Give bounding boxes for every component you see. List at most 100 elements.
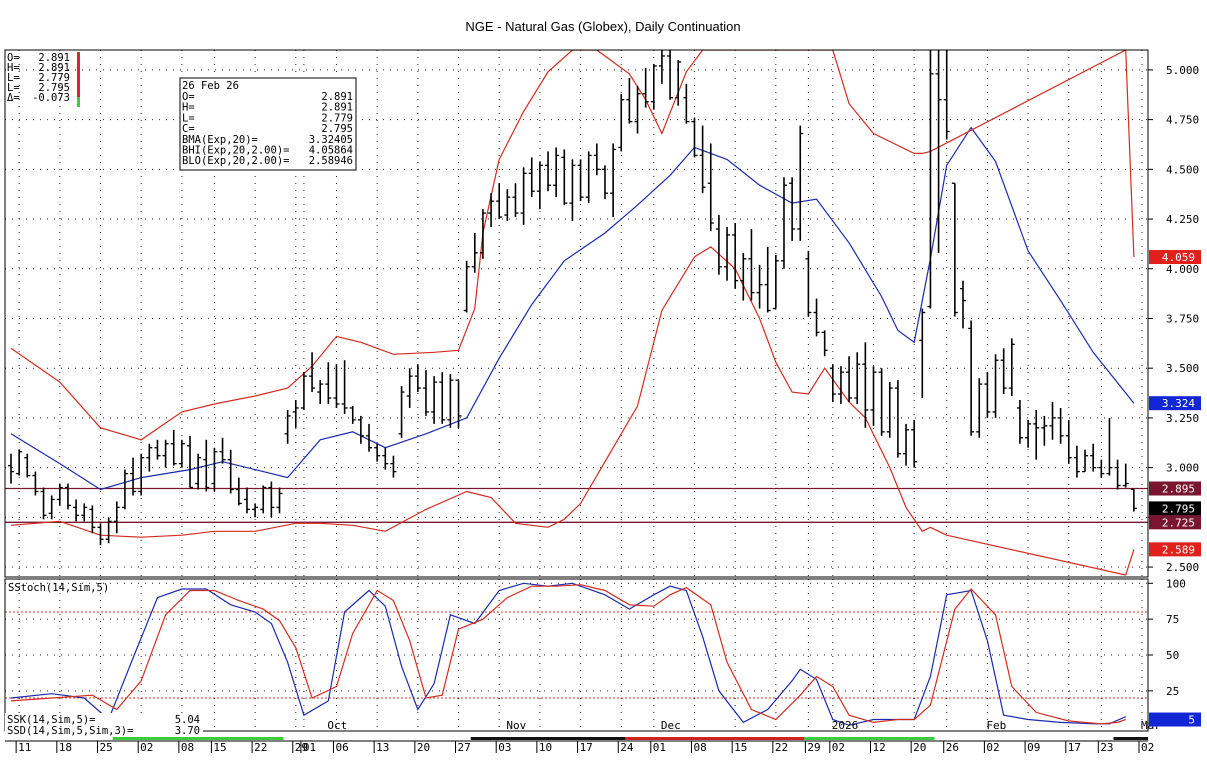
price-tick-label: 5.000	[1166, 64, 1199, 77]
ohlc-bar	[1025, 419, 1032, 448]
ohlc-bar	[268, 481, 275, 518]
readout-value: -0.073	[32, 92, 70, 104]
readout-label: Δ=	[7, 92, 20, 104]
ohlc-bar	[943, 50, 950, 140]
ohlc-bar	[805, 250, 812, 317]
ohlc-bar	[1098, 459, 1105, 478]
ohlc-bar	[601, 165, 608, 200]
stoch-tick-label: 75	[1166, 613, 1179, 626]
date-tick-label: 03	[498, 741, 511, 754]
trend-strip-segment	[934, 737, 1114, 740]
ohlc-bar	[40, 487, 47, 520]
date-tick-label: 27	[458, 741, 471, 754]
ohlc-bar	[496, 183, 503, 220]
date-tick-label: 02	[986, 741, 999, 754]
ohlc-bar	[138, 453, 145, 496]
price-chart[interactable]: NGE - Natural Gas (Globex), Daily Contin…	[0, 0, 1207, 762]
ohlc-bar	[911, 419, 918, 468]
ohlc-bar	[309, 352, 316, 393]
ohlc-bar	[357, 415, 364, 444]
ohlc-bar	[764, 246, 771, 313]
ohlc-bar	[130, 457, 137, 496]
ohlc-bar	[260, 485, 267, 514]
ohlc-bar	[1057, 407, 1064, 444]
ohlc-bar	[154, 439, 161, 460]
ohlc-bar	[8, 453, 14, 484]
ohlc-bar	[821, 330, 828, 357]
ohlc-bar	[1041, 415, 1048, 446]
date-tick-label: 12	[872, 741, 885, 754]
price-tick-label: 3.250	[1166, 412, 1199, 425]
price-tick-label: 4.500	[1166, 163, 1199, 176]
ohlc-bar	[520, 167, 527, 226]
ohlc-bar	[903, 423, 910, 466]
stoch-readout-value: 3.70	[175, 725, 200, 737]
ohlc-bar	[227, 449, 234, 494]
ohlc-bar	[553, 147, 560, 198]
ohlc-bar	[471, 232, 478, 273]
ohlc-bar	[341, 360, 348, 414]
ohlc-bar	[1130, 488, 1137, 512]
date-tick-label: 01	[653, 741, 666, 754]
month-label: Nov	[506, 719, 526, 732]
ohlc-bar	[463, 260, 470, 313]
ohlc-bar	[797, 125, 804, 241]
trend-strip-segment	[1113, 737, 1148, 740]
date-tick-label: 08	[181, 741, 194, 754]
date-tick-label: 06	[335, 741, 348, 754]
date-tick-label: 25	[100, 741, 113, 754]
ohlc-bar	[366, 423, 373, 452]
ohlc-bar	[984, 372, 991, 418]
ohlc-bar	[813, 298, 820, 337]
ohlc-bar	[561, 149, 568, 206]
ohlc-bar	[488, 193, 495, 227]
date-tick-label: 09	[1027, 741, 1040, 754]
ohlc-bar	[618, 93, 625, 152]
price-tick-label: 2.500	[1166, 561, 1199, 574]
ohlc-bars	[8, 50, 1137, 546]
ohlc-bar	[325, 362, 332, 404]
ohlc-bar	[195, 453, 202, 490]
price-tick-label: 3.000	[1166, 462, 1199, 475]
date-tick-label: 22	[775, 741, 788, 754]
ohlc-bar	[300, 372, 307, 410]
value-badge-label: 5	[1188, 714, 1195, 727]
date-tick-label: 15	[734, 741, 747, 754]
ohlc-bar	[1122, 463, 1129, 488]
ohlc-bar	[715, 215, 722, 275]
ohlc-bar	[252, 503, 259, 518]
value-badge-label: 3.324	[1162, 397, 1195, 410]
ohlc-bar	[81, 503, 88, 522]
series-line-bhi	[10, 50, 1135, 441]
stoch-tick-label: 50	[1166, 649, 1179, 662]
ohlc-bar	[870, 366, 877, 426]
price-tick-label: 3.750	[1166, 312, 1199, 325]
price-panel-frame	[4, 49, 1149, 578]
info-box-label: BLO(Exp,20,2.00)=	[182, 155, 289, 167]
ohlc-bar	[951, 182, 958, 317]
ohlc-bar	[732, 223, 739, 289]
ohlc-bar	[642, 67, 649, 108]
month-label: Dec	[661, 719, 681, 732]
ohlc-bar	[1082, 449, 1089, 473]
month-label: Oct	[327, 719, 347, 732]
ohlc-bar	[626, 77, 633, 124]
ohlc-bar	[569, 159, 576, 222]
readout-range-bar	[77, 52, 80, 103]
date-tick-label: 17	[580, 741, 593, 754]
date-tick-label: 01	[303, 741, 316, 754]
date-tick-label: 26	[946, 741, 959, 754]
ohlc-bar	[105, 517, 112, 544]
value-badge-label: 2.895	[1162, 483, 1195, 496]
ohlc-bar	[414, 364, 421, 393]
month-label: Feb	[986, 719, 1006, 732]
ohlc-bar	[846, 356, 853, 402]
ohlc-bar	[789, 177, 796, 241]
month-label: 2026	[832, 719, 859, 732]
ohlc-bar	[121, 469, 128, 510]
ohlc-bar	[146, 443, 153, 472]
ohlc-bar	[56, 483, 63, 506]
stoch-tick-label: 100	[1166, 577, 1186, 590]
ohlc-bar	[610, 143, 617, 218]
ohlc-bar	[187, 435, 194, 489]
